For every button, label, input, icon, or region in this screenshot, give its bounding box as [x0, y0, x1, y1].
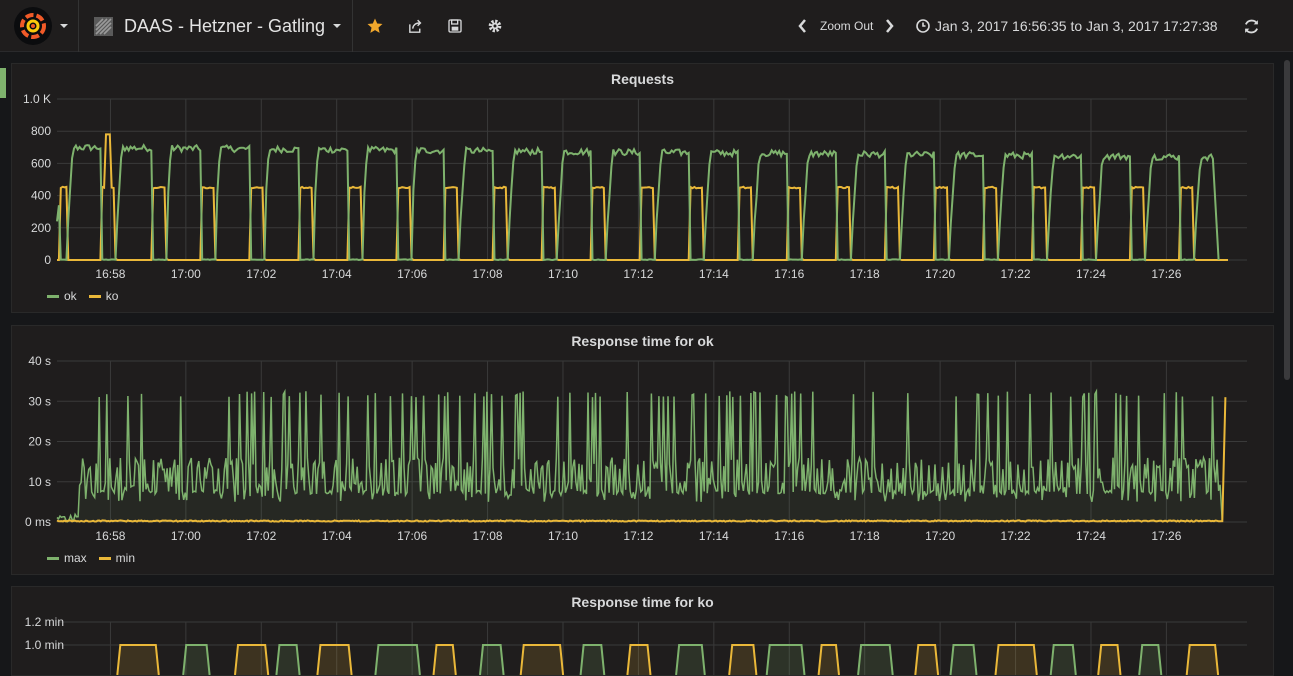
- y-tick-label: 1.2 min: [25, 615, 64, 629]
- x-tick-label: 17:14: [699, 529, 729, 543]
- dashboard-picker[interactable]: DAAS - Hetzner - Gatling: [84, 0, 352, 52]
- legend-item-ok[interactable]: ok: [47, 289, 77, 303]
- time-range-label: Jan 3, 2017 16:56:35 to Jan 3, 2017 17:2…: [935, 18, 1218, 34]
- y-tick-label: 10 s: [28, 475, 51, 489]
- legend-swatch: [47, 556, 59, 560]
- zoom-controls: Zoom Out: [794, 15, 897, 37]
- dashboard-title: DAAS - Hetzner - Gatling: [124, 15, 326, 36]
- series-area-max: [57, 391, 1223, 522]
- legend: max min: [47, 551, 147, 565]
- legend-label: min: [115, 551, 136, 565]
- star-icon[interactable]: [364, 15, 386, 37]
- x-tick-label: 17:00: [171, 267, 201, 281]
- y-tick-label: 30 s: [28, 394, 51, 408]
- divider: [352, 0, 353, 52]
- legend-item-max[interactable]: max: [47, 551, 87, 565]
- x-tick-label: 17:24: [1076, 267, 1106, 281]
- row-collapse-handle[interactable]: [0, 68, 6, 98]
- y-tick-label: 0 ms: [25, 515, 51, 529]
- x-tick-label: 16:58: [95, 267, 125, 281]
- chevron-left-icon[interactable]: [794, 15, 810, 37]
- legend-item-ko[interactable]: ko: [88, 289, 119, 303]
- grid-icon: [94, 16, 113, 36]
- chevron-right-icon[interactable]: [881, 15, 897, 37]
- response-time-ko-chart[interactable]: 1.2 min 1.0 min: [12, 587, 1273, 675]
- x-tick-label: 17:26: [1151, 529, 1181, 543]
- x-tick-label: 17:02: [246, 267, 276, 281]
- zoom-out-button[interactable]: Zoom Out: [820, 19, 873, 33]
- x-tick-label: 17:22: [1001, 267, 1031, 281]
- legend-label: ko: [105, 289, 119, 303]
- y-tick-label: 400: [31, 189, 51, 203]
- y-tick-label: 20 s: [28, 435, 51, 449]
- x-tick-label: 17:04: [322, 267, 352, 281]
- y-tick-label: 0: [44, 253, 51, 267]
- legend-label: max: [64, 551, 87, 565]
- time-range-picker[interactable]: Jan 3, 2017 16:56:35 to Jan 3, 2017 17:2…: [916, 15, 1218, 37]
- x-tick-label: 17:24: [1076, 529, 1106, 543]
- chevron-down-icon: [333, 24, 342, 28]
- y-tick-label: 1.0 K: [23, 92, 51, 106]
- save-icon[interactable]: [444, 15, 466, 37]
- x-tick-label: 17:18: [850, 529, 880, 543]
- legend-label: ok: [64, 289, 77, 303]
- legend-swatch: [47, 294, 59, 298]
- series-line-ok: [56, 143, 1220, 262]
- x-tick-label: 17:00: [171, 529, 201, 543]
- x-tick-label: 17:06: [397, 529, 427, 543]
- x-tick-label: 17:22: [1001, 529, 1031, 543]
- divider: [78, 0, 79, 52]
- x-tick-label: 17:08: [473, 529, 503, 543]
- share-icon[interactable]: [404, 15, 426, 37]
- x-tick-label: 17:06: [397, 267, 427, 281]
- series-line-ko: [57, 133, 1228, 261]
- panel-response-time-ok: Response time for ok 40 s 30 s 20 s 10 s0 m…: [11, 325, 1274, 575]
- y-tick-label: 600: [31, 156, 51, 170]
- panel-response-time-ko: Response time for ko 1.2 min 1.0 min: [11, 586, 1274, 676]
- grafana-menu-button[interactable]: [8, 4, 70, 48]
- gear-icon[interactable]: [484, 15, 506, 37]
- x-tick-label: 17:20: [925, 267, 955, 281]
- x-tick-label: 17:10: [548, 267, 578, 281]
- grafana-logo-icon: [14, 7, 52, 45]
- requests-chart[interactable]: 1.0 K 800 600 400 200 0 16:58 17:00 17:02 17:04 17…: [12, 64, 1273, 312]
- x-tick-label: 17:10: [548, 529, 578, 543]
- x-tick-label: 17:08: [473, 267, 503, 281]
- x-tick-label: 17:14: [699, 267, 729, 281]
- x-tick-label: 17:04: [322, 529, 352, 543]
- clock-icon: [916, 19, 930, 33]
- chevron-down-icon: [60, 24, 68, 28]
- legend-swatch: [98, 556, 111, 560]
- top-navbar: DAAS - Hetzner - Gatling Zoom Out Jan 3,…: [0, 0, 1293, 52]
- y-tick-label: 40 s: [28, 354, 51, 368]
- refresh-icon[interactable]: [1240, 15, 1262, 37]
- page-scrollbar[interactable]: [1284, 60, 1290, 380]
- legend-swatch: [88, 294, 101, 298]
- x-tick-label: 17:16: [774, 267, 804, 281]
- y-tick-label: 1.0 min: [25, 638, 64, 652]
- y-tick-label: 200: [31, 221, 51, 235]
- x-tick-label: 17:12: [623, 529, 653, 543]
- panel-requests: Requests 1.0 K 800 600 400 200 0 16:58 17:00 17:…: [11, 63, 1274, 313]
- legend-item-min[interactable]: min: [98, 551, 136, 565]
- x-tick-label: 17:20: [925, 529, 955, 543]
- x-tick-label: 17:12: [623, 267, 653, 281]
- x-tick-label: 16:58: [95, 529, 125, 543]
- x-tick-label: 17:02: [246, 529, 276, 543]
- x-tick-label: 17:18: [850, 267, 880, 281]
- y-tick-label: 800: [31, 124, 51, 138]
- legend: ok ko: [47, 289, 130, 303]
- x-tick-label: 17:16: [774, 529, 804, 543]
- x-tick-label: 17:26: [1151, 267, 1181, 281]
- response-time-ok-chart[interactable]: 40 s 30 s 20 s 10 s 0 ms 16:58 17:00 17:02 17:04…: [12, 326, 1273, 574]
